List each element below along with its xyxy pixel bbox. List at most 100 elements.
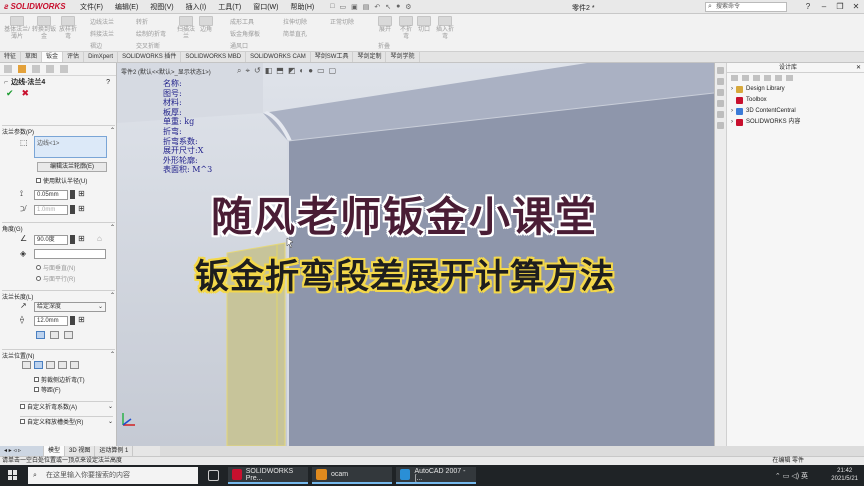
ribbon-sketched-bend[interactable]: 绘制的折弯 [136,29,166,38]
parallel-radio[interactable]: 与面平行(R) [36,274,75,283]
resources-icon[interactable] [717,67,724,74]
angle-spinner[interactable] [70,235,75,244]
inner-virtual-sharp-icon[interactable] [50,331,59,339]
scene-icon[interactable]: ▭ [317,66,325,76]
outer-virtual-sharp-icon[interactable] [36,331,45,339]
tab-addins[interactable]: SOLIDWORKS 插件 [118,52,182,62]
zoom-area-icon[interactable]: ⌖ [245,66,250,76]
appearance-icon[interactable]: ● [308,66,313,76]
flange-length-input[interactable]: 12.0mm [34,316,68,326]
custom-relief-checkbox[interactable]: 自定义释放槽类型(R) ⌄ [20,416,113,426]
flange-position-header[interactable]: 法兰位置(N) [2,351,34,360]
zoom-fit-icon[interactable]: ⌕ [237,66,241,76]
help-icon[interactable]: ? [800,0,816,14]
tab-evaluate[interactable]: 评估 [63,52,85,62]
back-icon[interactable] [731,75,738,81]
ribbon-cross-break[interactable]: 交叉折断 [136,41,160,50]
windows-start-icon[interactable] [8,470,18,480]
new-icon[interactable]: □ [330,3,334,11]
tab-dimxpert[interactable]: DimXpert [84,52,119,62]
file-explorer-icon[interactable] [717,89,724,96]
ribbon-swept-flange[interactable]: 扫描法兰 [176,16,196,41]
gap-input[interactable]: 1.0mm [34,205,68,215]
ime-indicator[interactable]: 英 [801,473,808,480]
new-folder-icon[interactable] [764,75,771,81]
ribbon-convert-sheet[interactable]: 转换到钣金 [32,16,56,41]
undo-icon[interactable]: ↶ [374,3,380,11]
property-manager-icon[interactable] [18,65,26,73]
tab-cam[interactable]: SOLIDWORKS CAM [246,52,311,62]
tab-sheet-metal[interactable]: 钣金 [42,52,64,62]
ribbon-edge-flange[interactable]: 边线法兰 [90,17,114,26]
ribbon-extruded-cut[interactable]: 拉伸切除 [283,17,307,26]
ribbon-no-bends[interactable]: 不折弯 [398,16,414,41]
tab-motion-study[interactable]: 运动算例 1 [95,446,134,456]
taskbar-app-ocam[interactable]: ocam [312,467,392,484]
ribbon-gusset[interactable]: 钣金角撑板 [230,29,260,38]
forward-icon[interactable] [742,75,749,81]
end-condition-select[interactable]: 给定深度 ⌄ [34,302,106,312]
flange-params-header[interactable]: 法兰参数(P) [2,127,34,136]
minimize-button[interactable]: – [816,0,832,14]
network-icon[interactable]: ▭ [783,473,790,480]
config-manager-icon[interactable] [32,65,40,73]
ribbon-lofted-bend[interactable]: 放样折弯 [58,16,78,41]
tab-qinjian-tools[interactable]: 琴剑SW工具 [311,52,354,62]
material-outside-icon[interactable] [34,361,43,369]
command-search-input[interactable]: ⌕ 搜索命令 [705,2,787,12]
ribbon-jog[interactable]: 转折 [136,17,148,26]
display-manager-icon[interactable] [60,65,68,73]
edit-flange-profile-button[interactable]: 编辑法兰轮廓(E) [37,162,107,172]
cancel-button[interactable]: ✖ [22,88,30,99]
bend-outside-icon[interactable] [46,361,55,369]
angle-header[interactable]: 角度(G) [2,224,23,233]
select-icon[interactable]: ↖ [385,3,391,11]
tab-qinjian-academy[interactable]: 琴剑学院 [386,52,420,62]
restore-button[interactable]: ❐ [832,0,848,14]
ribbon-rip[interactable]: 切口 [416,16,432,34]
tab-mbd[interactable]: SOLIDWORKS MBD [181,52,247,62]
gap-spinner[interactable] [70,205,75,214]
ribbon-hem[interactable]: 褶边 [90,41,102,50]
tangent-bend-icon[interactable] [64,331,73,339]
section-view-icon[interactable]: ◧ [265,66,273,76]
help-button[interactable]: ? [106,79,110,86]
collapse-icon[interactable]: ⌃ [110,351,115,360]
taskbar-app-solidworks[interactable]: SOLIDWORKS Pre... [228,467,308,484]
direction-icon[interactable]: ↗ [20,301,27,310]
design-library-icon[interactable] [717,78,724,85]
use-default-radius-checkbox[interactable]: 使用默认半径(U) [36,176,87,185]
up-icon[interactable] [786,75,793,81]
tab-qinjian-custom[interactable]: 琴剑定制 [353,52,387,62]
view-settings-icon[interactable]: ▢ [329,66,337,76]
menu-insert[interactable]: 插入(I) [186,2,207,12]
collapse-icon[interactable]: ⌃ [110,292,115,301]
rebuild-icon[interactable]: ● [396,3,400,11]
task-view-icon[interactable] [208,467,219,484]
refresh-icon[interactable] [775,75,782,81]
virtual-sharp-icon[interactable] [58,361,67,369]
tree-item-solidworks-content[interactable]: › SOLIDWORKS 内容 [731,117,800,128]
trim-side-bends-checkbox[interactable]: 剪裁侧边折弯(T) [34,375,85,384]
save-icon[interactable]: ▣ [351,3,358,11]
tab-scroll-arrows[interactable]: ◂ ▸ ◃ ▹ [0,446,44,456]
ribbon-forming-tool[interactable]: 成形工具 [230,17,254,26]
print-icon[interactable]: ▤ [363,3,370,11]
collapse-icon[interactable]: ⌃ [110,127,115,136]
feature-tree-icon[interactable] [4,65,12,73]
ribbon-base-flange[interactable]: 基体法兰/薄片 [4,16,30,41]
add-location-icon[interactable] [753,75,760,81]
volume-icon[interactable]: ◁) [791,473,799,480]
menu-window[interactable]: 窗口(W) [253,2,278,12]
ok-button[interactable]: ✔ [6,88,14,99]
menu-tools[interactable]: 工具(T) [218,2,241,12]
tab-3d-views[interactable]: 3D 视图 [65,446,96,456]
display-style-icon[interactable]: ◩ [288,66,296,76]
custom-properties-icon[interactable] [717,122,724,129]
tangent-position-icon[interactable] [70,361,79,369]
hide-show-icon[interactable]: ◐ [299,66,304,76]
ribbon-unfold[interactable]: 展开 [376,16,394,34]
view-palette-icon[interactable] [717,100,724,107]
taskbar-search-input[interactable]: ⌕ 在这里输入你要搜索的内容 [28,467,198,484]
angle-input[interactable]: 90.0度 [34,235,68,245]
